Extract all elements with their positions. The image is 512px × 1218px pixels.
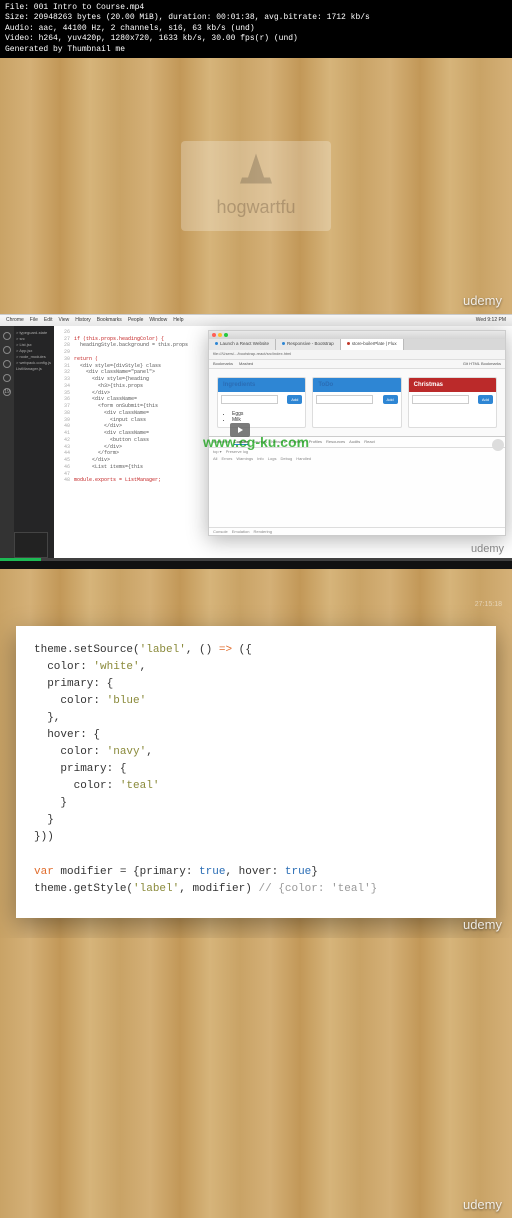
tree-item[interactable]: > typeguard-state [16,330,52,335]
video-metadata: File: 001 Intro to Course.mp4 Size: 2094… [0,0,512,58]
browser-titlebar [209,331,505,339]
frame-1: hogwartfu udemy [0,58,512,314]
filter-info[interactable]: Info [257,456,264,461]
add-button[interactable]: Add [478,395,493,404]
tab-react-website[interactable]: Launch a React Website [209,339,276,350]
frame-4: udemy [0,938,512,1218]
menubar-clock: Wed 9:12 PM [476,317,506,323]
code-slide: theme.setSource('label', () => ({ color:… [16,626,496,918]
search-icon[interactable] [3,346,11,354]
menu-view[interactable]: View [58,317,69,324]
card-christmas: Christmas Add [408,377,497,428]
meta-size: Size: 20948263 bytes (20.00 MiB), durati… [5,13,507,23]
tree-item[interactable]: > node_modules [16,354,52,359]
bookmark-item[interactable]: Git HTML Bookmarks [463,361,501,367]
menu-history[interactable]: History [75,317,91,324]
menu-app[interactable]: Chrome [6,317,24,324]
tree-item[interactable]: > webpack.config.js [16,360,52,365]
menu-edit[interactable]: Edit [44,317,53,324]
editor-activity-bar: 19 [0,326,14,569]
card-title: Christmas [409,378,496,392]
tree-item[interactable]: > App.jsx [16,348,52,353]
menu-window[interactable]: Window [149,317,167,324]
tab-bootstrap[interactable]: Responsive - Bootstrap [276,339,341,350]
minimize-icon[interactable] [218,333,222,337]
filter-handled[interactable]: Handled [296,456,311,461]
card-title: Ingredients [218,378,305,392]
frame-timestamp: 27:15:18 [475,601,502,608]
browser-window: Launch a React Website Responsive - Boot… [208,330,506,536]
meta-audio: Audio: aac, 44100 Hz, 2 channels, s16, 6… [5,24,507,34]
bookmarks-bar: Bookmarks Mashed Git HTML Bookmarks [209,360,505,369]
filter-warnings[interactable]: Warnings [236,456,253,461]
filter-debug[interactable]: Debug [280,456,292,461]
mac-menubar: Chrome File Edit View History Bookmarks … [0,315,512,326]
browser-viewport: Ingredients Add Eggs Milk ToDo Add [209,369,505,535]
card-input[interactable] [221,395,278,404]
meta-video: Video: h264, yuv420p, 1280x720, 1633 kb/… [5,34,507,44]
menu-bookmarks[interactable]: Bookmarks [97,317,122,324]
filter-errors[interactable]: Errors [221,456,232,461]
menu-file[interactable]: File [30,317,38,324]
udemy-watermark: udemy [471,543,504,555]
files-icon[interactable] [3,332,11,340]
devtools-panel: Elements Console Sources Network Timelin… [209,436,505,535]
presenter-thumbnail [14,532,48,558]
tree-item[interactable]: > src [16,336,52,341]
bookmark-item[interactable]: Mashed [239,361,253,367]
video-progress[interactable] [0,558,512,569]
devtools-tab[interactable]: React [364,439,374,445]
wood-divider: 27:15:18 [0,569,512,614]
badge-count: 19 [3,388,11,396]
wizard-hat-icon [236,153,276,193]
card-todo: ToDo Add [312,377,401,428]
browser-tabs: Launch a React Website Responsive - Boot… [209,339,505,350]
devtools-tab[interactable]: Profiles [309,439,322,445]
devtools-tab[interactable]: Audits [349,439,360,445]
meta-gen: Generated by Thumbnail me [5,45,507,55]
tree-item[interactable]: ListManager.js [16,366,52,371]
drawer-emulation[interactable]: Emulation [232,529,250,534]
drawer-rendering: Rendering [253,529,271,534]
udemy-watermark: udemy [463,917,502,932]
close-icon[interactable] [212,333,216,337]
devtools-tab[interactable]: Resources [326,439,345,445]
frame-3: theme.setSource('label', () => ({ color:… [0,614,512,938]
menu-people[interactable]: People [128,317,144,324]
site-watermark: www.cg-ku.com [203,434,309,450]
tree-item[interactable]: > List.jsx [16,342,52,347]
filter-logs[interactable]: Logs [268,456,277,461]
card-ingredients: Ingredients Add Eggs Milk [217,377,306,428]
drawer-console[interactable]: Console [213,529,228,534]
card-input[interactable] [316,395,373,404]
maximize-icon[interactable] [224,333,228,337]
editor-code-pane[interactable]: 26 27if (this.props.headingColor) { 28 h… [54,326,210,569]
devtools-close-icon[interactable] [492,439,504,451]
meta-file: File: 001 Intro to Course.mp4 [5,3,507,13]
add-button[interactable]: Add [383,395,398,404]
tab-flux[interactable]: store-boilerPlate | Flux [341,339,404,350]
debug-icon[interactable] [3,374,11,382]
add-button[interactable]: Add [287,395,302,404]
logo-text: hogwartfu [216,197,295,218]
filter-all[interactable]: All [213,456,217,461]
card-title: ToDo [313,378,400,392]
git-icon[interactable] [3,360,11,368]
card-input[interactable] [412,395,469,404]
udemy-watermark: udemy [463,1197,502,1212]
faded-logo: hogwartfu [181,141,331,231]
frame-2: Chrome File Edit View History Bookmarks … [0,314,512,569]
udemy-watermark: udemy [463,293,502,308]
menu-help[interactable]: Help [173,317,183,324]
bookmark-item[interactable]: Bookmarks [213,361,233,367]
address-bar[interactable]: file:///Users/.../bootstrap-react/src/in… [209,350,505,360]
